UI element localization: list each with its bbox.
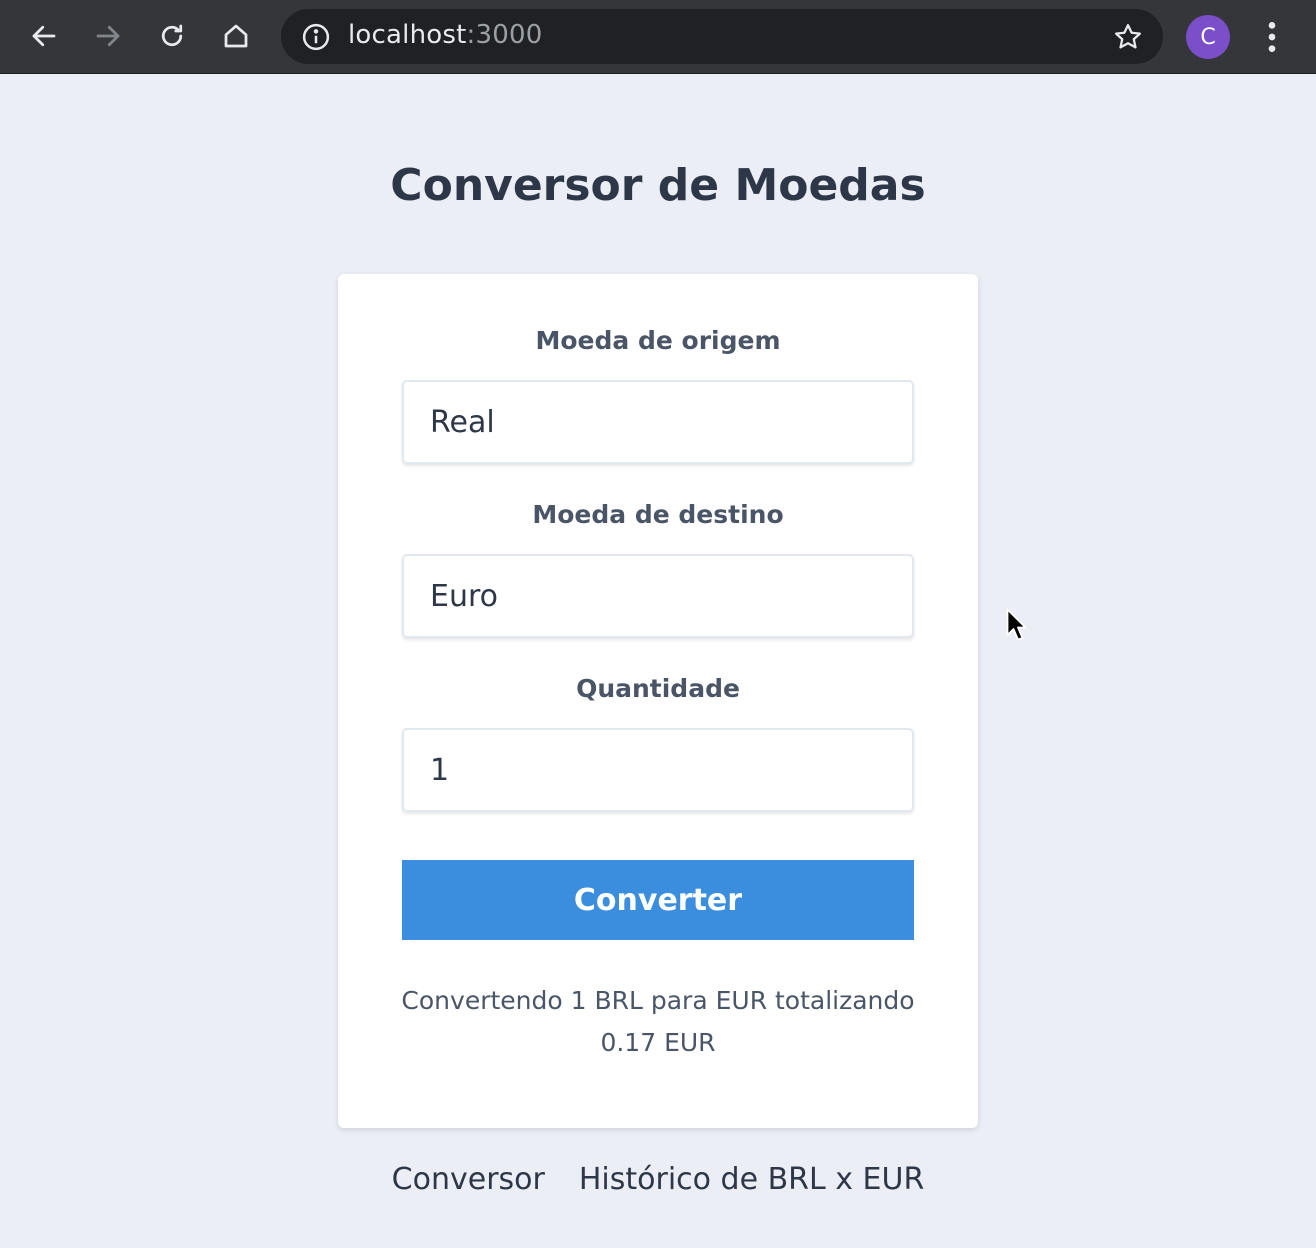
forward-button[interactable] xyxy=(85,13,131,59)
url-text: localhost:3000 xyxy=(348,20,542,50)
page-title: Conversor de Moedas xyxy=(390,160,926,211)
kebab-menu-icon[interactable] xyxy=(1252,17,1292,57)
result-line-2: 0.17 EUR xyxy=(600,1028,716,1057)
result-line-1: Convertendo 1 BRL para EUR totalizando xyxy=(401,986,915,1015)
destination-currency-label: Moeda de destino xyxy=(532,500,784,529)
home-icon xyxy=(224,24,248,48)
origin-currency-input[interactable] xyxy=(402,380,914,464)
url-port: :3000 xyxy=(466,20,543,50)
amount-label: Quantidade xyxy=(576,674,740,703)
nav-link-conversor[interactable]: Conversor xyxy=(392,1162,545,1197)
conversion-result: Convertendo 1 BRL para EUR totalizando 0… xyxy=(378,980,938,1064)
profile-avatar[interactable]: C xyxy=(1186,15,1230,59)
back-arrow-icon xyxy=(32,25,56,47)
nav-link-historico[interactable]: Histórico de BRL x EUR xyxy=(579,1162,924,1197)
browser-toolbar: localhost:3000 C xyxy=(0,0,1316,74)
back-button[interactable] xyxy=(21,13,67,59)
reload-button[interactable] xyxy=(149,13,195,59)
info-icon[interactable] xyxy=(301,22,331,52)
url-host: localhost xyxy=(348,20,467,50)
address-bar[interactable]: localhost:3000 xyxy=(281,9,1163,64)
amount-input[interactable] xyxy=(402,728,914,812)
origin-currency-label: Moeda de origem xyxy=(535,326,781,355)
footer-nav: Conversor Histórico de BRL x EUR xyxy=(0,1162,1316,1197)
star-icon[interactable] xyxy=(1113,22,1143,52)
converter-card: Moeda de origem Moeda de destino Quantid… xyxy=(338,274,978,1128)
reload-icon xyxy=(161,24,183,47)
mouse-pointer-icon xyxy=(1006,608,1027,641)
destination-currency-input[interactable] xyxy=(402,554,914,638)
forward-arrow-icon xyxy=(96,25,120,47)
convert-button[interactable]: Converter xyxy=(402,860,914,940)
home-button[interactable] xyxy=(213,13,259,59)
